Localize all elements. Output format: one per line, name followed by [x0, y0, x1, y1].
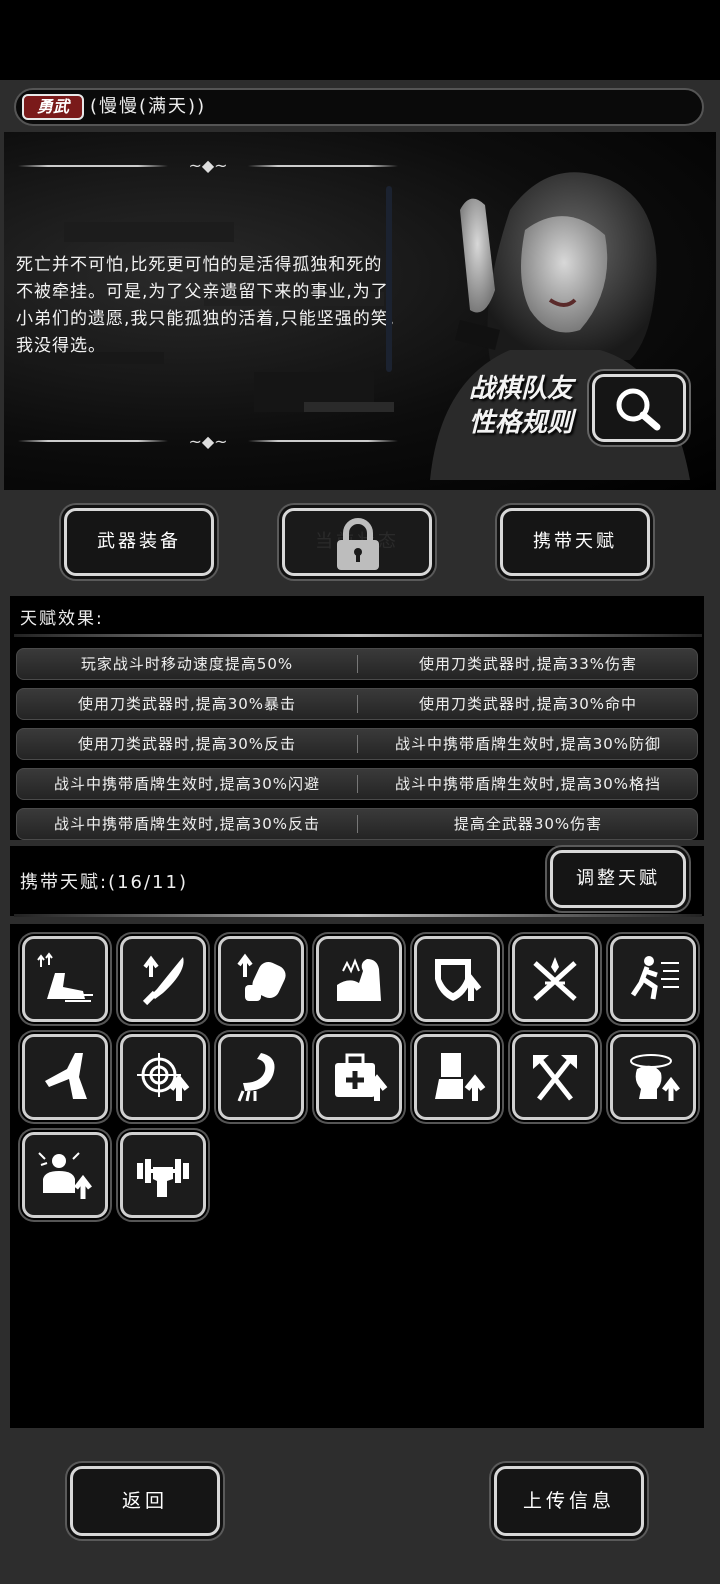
crossed-axes-icon	[533, 1055, 577, 1101]
divider	[14, 914, 702, 917]
talent-tile[interactable]	[22, 1034, 108, 1120]
effect-cell: 使用刀类武器时,提高30%暴击	[77, 695, 297, 713]
story-scrollbar[interactable]	[386, 186, 392, 372]
effect-row: 战斗中携带盾牌生效时,提高30%闪避 战斗中携带盾牌生效时,提高30%格挡	[16, 768, 698, 800]
effect-cell: 提高全武器30%伤害	[453, 815, 603, 833]
effect-cell: 使用刀类武器时,提高30%命中	[418, 695, 638, 713]
carry-talent-button[interactable]: 携带天赋	[500, 508, 650, 576]
view-rules-button[interactable]	[592, 374, 686, 442]
ornament-line-top-left	[18, 165, 168, 167]
carried-talent-count: 携带天赋:(16/11)	[20, 872, 188, 893]
target-up-icon	[137, 1053, 190, 1101]
ornament-top: ~◆~	[188, 156, 228, 175]
rule-line-2: 性格规则	[468, 408, 573, 438]
effect-row: 玩家战斗时移动速度提高50% 使用刀类武器时,提高33%伤害	[16, 648, 698, 680]
story-text: 死亡并不可怕,比死更可怕的是活得孤独和死的不被牵挂。可是,为了父亲遗留下来的事业…	[16, 255, 396, 356]
dizzy-head-up-icon	[630, 1054, 680, 1101]
divider	[14, 634, 702, 637]
weapon-equip-button[interactable]: 武器装备	[64, 508, 214, 576]
ornament-bottom: ~◆~	[188, 432, 228, 451]
back-button[interactable]: 返回	[70, 1466, 220, 1536]
ornament-line-bottom-left	[18, 440, 168, 442]
talent-tile[interactable]	[120, 936, 206, 1022]
speed-boot-icon	[37, 952, 93, 1002]
magnifier-icon	[616, 388, 661, 431]
talent-tile[interactable]	[316, 936, 402, 1022]
effect-cell: 战斗中携带盾牌生效时,提高30%格挡	[394, 775, 662, 793]
hook-arm-icon	[237, 1053, 275, 1102]
talent-tile[interactable]	[414, 936, 500, 1022]
talent-tile[interactable]	[316, 1034, 402, 1120]
ornament-line-top-right	[248, 165, 398, 167]
crossed-swords-icon	[533, 957, 577, 1001]
rule-line-1: 战棋队友	[468, 374, 573, 404]
adjust-talent-button[interactable]: 调整天赋	[550, 850, 686, 908]
effect-cell: 战斗中携带盾牌生效时,提高30%闪避	[53, 775, 321, 793]
talent-effect-title: 天赋效果:	[20, 609, 104, 629]
talent-tile[interactable]	[512, 936, 598, 1022]
ornament-line-bottom-right	[248, 440, 398, 442]
shield-up-icon	[435, 959, 482, 1001]
character-name: (慢慢(满天))	[90, 96, 207, 117]
running-man-icon	[630, 956, 679, 1000]
effect-row: 使用刀类武器时,提高30%暴击 使用刀类武器时,提高30%命中	[16, 688, 698, 720]
talent-tile[interactable]	[120, 1132, 206, 1218]
leg-kick-icon	[45, 1053, 87, 1099]
talent-tile[interactable]	[610, 936, 696, 1022]
team-rule-label: 战棋队友 性格规则	[436, 372, 606, 440]
effect-cell: 使用刀类武器时,提高30%反击	[77, 735, 297, 753]
talent-tile[interactable]	[218, 936, 304, 1022]
armor-legs-up-icon	[435, 1053, 486, 1101]
talent-tile[interactable]	[120, 1034, 206, 1120]
effect-row: 使用刀类武器时,提高30%反击 战斗中携带盾牌生效时,提高30%防御	[16, 728, 698, 760]
talent-tile[interactable]	[22, 1132, 108, 1218]
effect-cell: 战斗中携带盾牌生效时,提高30%防御	[394, 735, 662, 753]
medkit-up-icon	[335, 1053, 388, 1101]
dumbbell-grip-icon	[137, 1159, 189, 1197]
effect-cell: 使用刀类武器时,提高33%伤害	[418, 655, 638, 673]
angry-man-up-icon	[38, 1152, 92, 1199]
blade-up-icon	[142, 955, 184, 1006]
upload-info-button[interactable]: 上传信息	[494, 1466, 644, 1536]
effect-row: 战斗中携带盾牌生效时,提高30%反击 提高全武器30%伤害	[16, 808, 698, 840]
talent-tile[interactable]	[22, 936, 108, 1022]
flexed-arm-icon	[337, 958, 381, 1001]
talent-tile[interactable]	[414, 1034, 500, 1120]
talent-tile[interactable]	[512, 1034, 598, 1120]
talent-tile[interactable]	[610, 1034, 696, 1120]
fist-up-icon	[237, 953, 286, 1001]
locked-status-button[interactable]: 当前状态	[282, 508, 432, 576]
trait-badge: 勇武	[22, 94, 84, 120]
lock-icon	[337, 518, 379, 570]
effect-cell: 玩家战斗时移动速度提高50%	[80, 655, 294, 673]
effect-cell: 战斗中携带盾牌生效时,提高30%反击	[53, 815, 321, 833]
talent-tile[interactable]	[218, 1034, 304, 1120]
